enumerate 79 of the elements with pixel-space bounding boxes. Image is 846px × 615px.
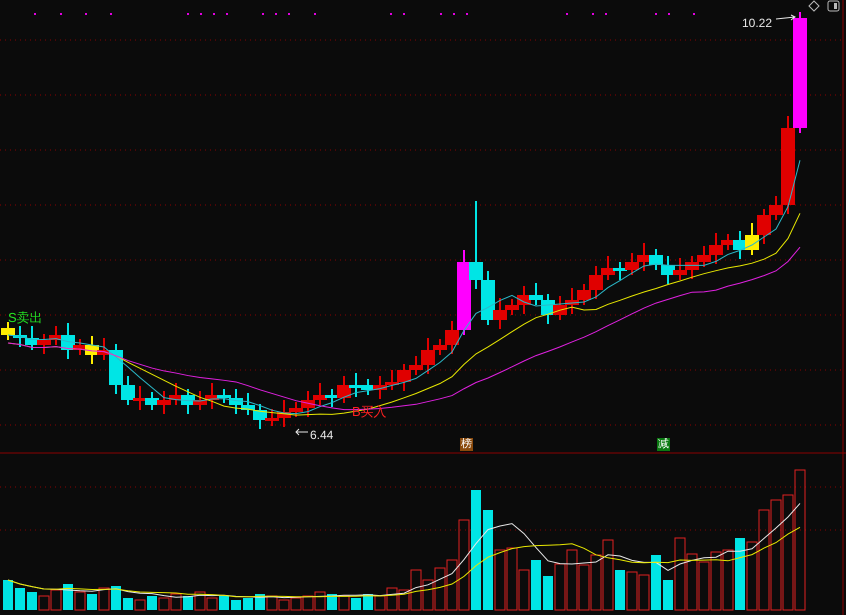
panel-toggle-icon[interactable] [827, 0, 840, 12]
volume-bar [50, 590, 62, 610]
pointer-arrow-icon [775, 14, 797, 22]
volume-bar [698, 562, 710, 610]
volume-bar [590, 554, 602, 610]
volume-bar [63, 584, 73, 610]
volume-bar [74, 592, 86, 610]
volume-bar [722, 550, 734, 610]
candlestick [1, 322, 15, 340]
volume-bar [38, 596, 50, 610]
volume-bar [243, 598, 253, 610]
volume-bar [170, 594, 182, 610]
candlestick [553, 296, 567, 320]
volume-bar [3, 580, 13, 610]
candlestick [685, 256, 699, 279]
candlestick [613, 262, 627, 280]
volume-bar [290, 598, 302, 610]
volume-bar [566, 550, 578, 610]
volume-bar [314, 592, 326, 610]
candlestick [133, 386, 147, 410]
volume-bar [231, 600, 241, 610]
candlestick [673, 258, 687, 280]
volume-bar [615, 570, 625, 610]
volume-bar [735, 538, 745, 610]
volume-bar [434, 568, 446, 610]
volume-bar [351, 598, 361, 610]
signal-label: S卖出 [8, 309, 43, 327]
volume-bar [543, 576, 553, 610]
high-price-label: 10.22 [742, 15, 772, 32]
volume-bar [87, 594, 97, 610]
volume-bar [686, 554, 698, 610]
volume-bar [638, 574, 650, 610]
candlestick [313, 383, 327, 405]
volume-bar [278, 600, 290, 610]
volume-bar [15, 588, 25, 610]
candlestick [25, 326, 39, 350]
candlestick [661, 256, 675, 284]
volume-bar [183, 596, 193, 610]
volume-bar [147, 596, 157, 610]
volume-bar [422, 580, 434, 610]
candlestick [193, 391, 207, 410]
candlestick [385, 370, 399, 390]
volume-bar [98, 588, 110, 610]
low-price-label: 6.44 [310, 427, 334, 444]
candlestick [37, 334, 51, 354]
candlestick [637, 243, 651, 271]
candlestick [625, 253, 639, 275]
candlestick [649, 249, 663, 270]
volume-bar [158, 598, 170, 610]
candlestick [529, 283, 543, 305]
candlestick [601, 256, 615, 280]
candlestick [181, 389, 195, 414]
pointer-arrow-icon [295, 428, 309, 436]
diamond-icon[interactable] [808, 0, 820, 12]
volume-bar [626, 572, 638, 610]
volume-bar [219, 596, 229, 610]
volume-bar [663, 580, 673, 610]
volume-bar [531, 560, 541, 610]
volume-bar [578, 564, 590, 610]
volume-bar [266, 596, 278, 610]
volume-bar [302, 596, 314, 610]
volume-bar [602, 540, 614, 610]
volume-bar [27, 592, 37, 610]
volume-bar [338, 596, 350, 610]
volume-bar [123, 598, 133, 610]
event-badge: 减 [657, 438, 670, 451]
candlestick [397, 364, 411, 391]
volume-bar [710, 552, 722, 610]
volume-bar [111, 586, 121, 610]
candlestick [157, 391, 171, 414]
candlestick [145, 392, 159, 410]
volume-bar [327, 594, 337, 610]
candlestick [541, 294, 555, 324]
volume-bar [494, 550, 506, 610]
volume-bar [134, 600, 146, 610]
event-badge: 榜 [460, 438, 473, 451]
volume-bar [651, 555, 661, 610]
volume-bar [554, 564, 566, 610]
candlestick [745, 223, 759, 255]
